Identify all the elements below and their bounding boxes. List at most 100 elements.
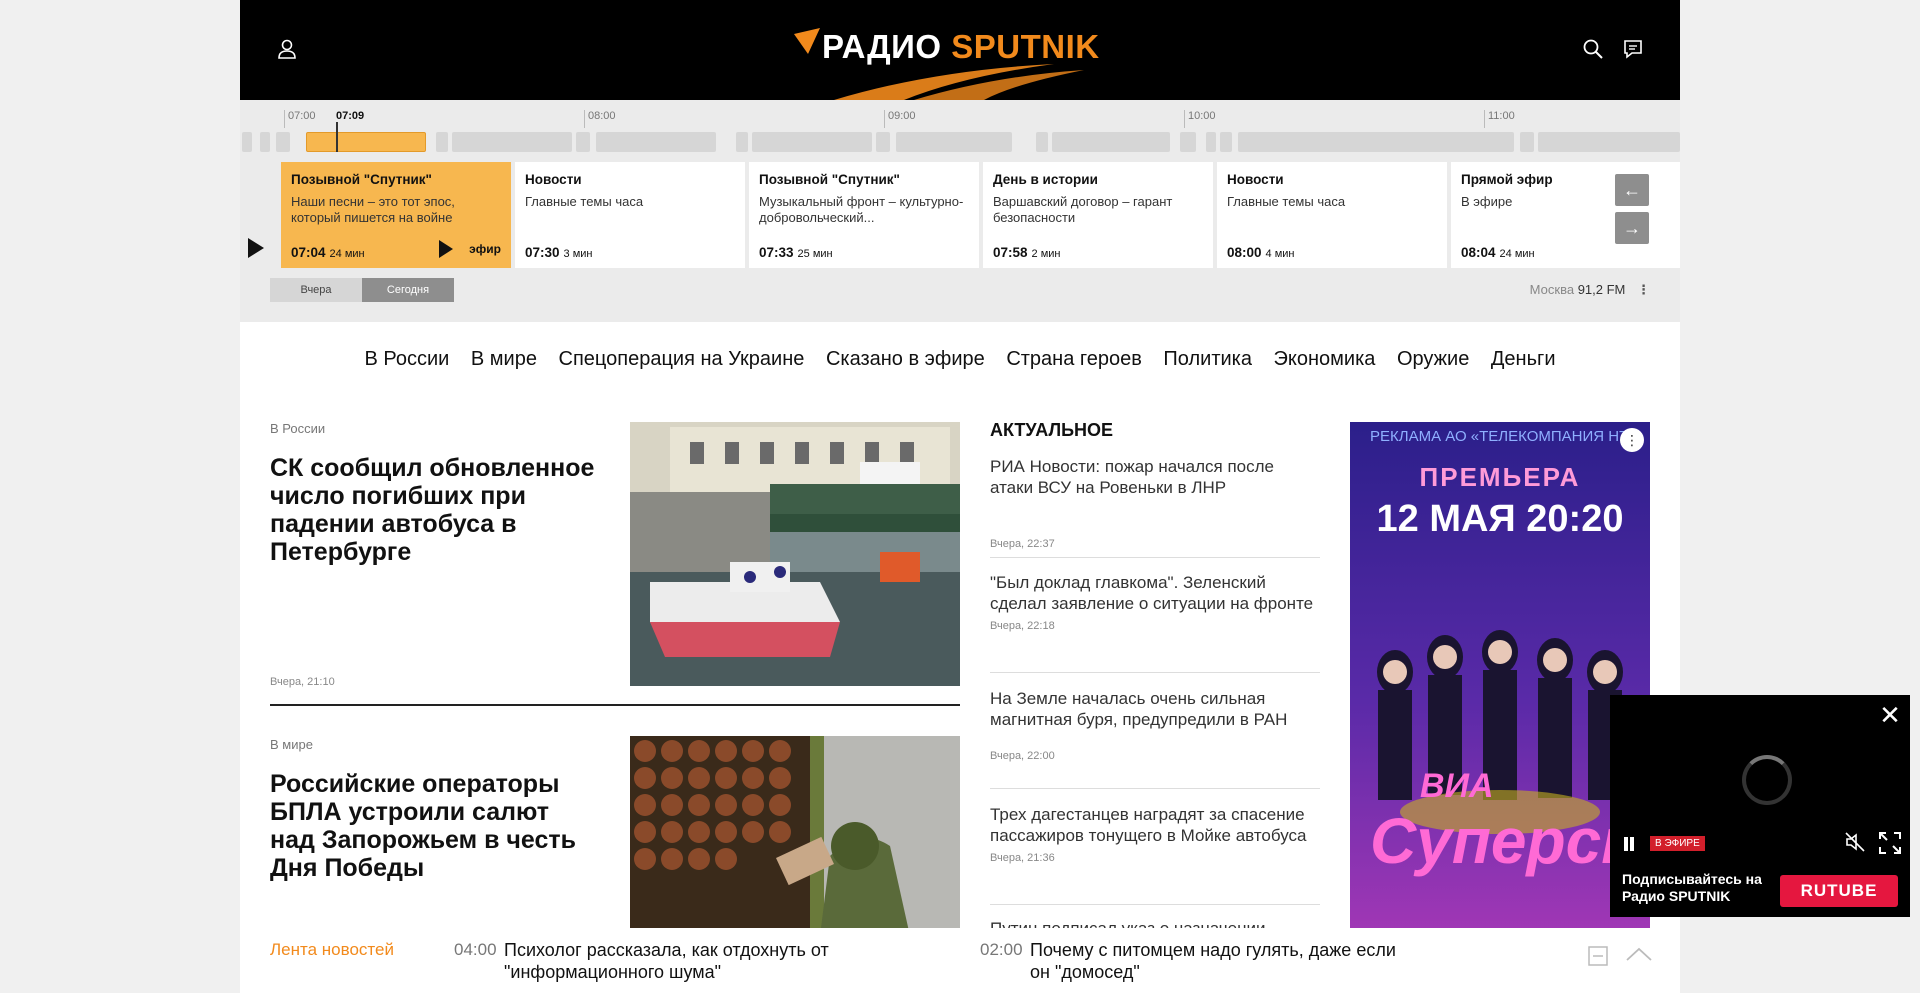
time-tick: 10:00 [1184, 110, 1216, 128]
actual-heading: АКТУАЛЬНОЕ [990, 420, 1114, 440]
search-icon[interactable] [1582, 38, 1604, 60]
schedule-card[interactable]: Позывной "Спутник" Наши песни – это тот … [281, 162, 511, 268]
actual-item[interactable]: РИА Новости: пожар начался после атаки В… [990, 456, 1320, 550]
card-start-time: 07:58 [993, 245, 1028, 260]
fullscreen-icon[interactable] [1878, 831, 1902, 855]
article-title[interactable]: Российские операторы БПЛА устроили салют… [270, 770, 600, 882]
user-icon[interactable] [276, 38, 298, 60]
timeline-segment[interactable] [736, 132, 748, 152]
timeline-segment[interactable] [876, 132, 890, 152]
timeline-segment[interactable] [576, 132, 590, 152]
timeline-segment[interactable] [1538, 132, 1680, 152]
schedule-card[interactable]: День в истории Варшавский договор – гара… [983, 162, 1213, 268]
actual-divider [990, 788, 1320, 789]
nav-item[interactable]: Сказано в эфире [826, 348, 985, 370]
timeline-segment[interactable] [1238, 132, 1514, 152]
actual-date: Вчера, 21:36 [990, 852, 1055, 864]
actual-title[interactable]: Трех дагестанцев наградят за спасение па… [990, 804, 1320, 846]
yesterday-button[interactable]: Вчера [270, 278, 362, 302]
loading-spinner-icon [1742, 755, 1792, 805]
actual-title[interactable]: "Был доклад главкома". Зеленский сделал … [990, 572, 1320, 614]
timeline-segment[interactable] [1220, 132, 1232, 152]
ticker-item[interactable]: Психолог рассказала, как отдохнуть от "и… [504, 939, 884, 983]
time-axis: 07:00 07:09 08:00 09:00 10:00 11:00 [240, 108, 1680, 128]
ticker-label[interactable]: Лента новостей [270, 940, 394, 960]
timeline-segment[interactable] [260, 132, 270, 152]
ad-show-title: Суперстар! [1370, 805, 1650, 877]
card-start-time: 07:30 [525, 245, 560, 260]
advertisement[interactable]: РЕКЛАМА АО «ТЕЛЕКОМПАНИЯ НТВ ⋮ ПРЕМЬЕРА … [1350, 422, 1650, 982]
play-icon[interactable] [248, 238, 264, 258]
schedule-card[interactable]: Новости Главные темы часа 07:30 3 мин [515, 162, 745, 268]
timeline-segment[interactable] [1180, 132, 1196, 152]
actual-divider [990, 557, 1320, 558]
timeline-segment[interactable] [242, 132, 252, 152]
actual-item[interactable]: На Земле началась очень сильная магнитна… [990, 688, 1320, 762]
ticker-item[interactable]: Почему с питомцем надо гулять, даже если… [1030, 939, 1410, 983]
mute-icon[interactable] [1844, 831, 1866, 853]
schedule-card[interactable]: Новости Главные темы часа 08:00 4 мин [1217, 162, 1447, 268]
more-vertical-icon[interactable]: ⋮ [1637, 282, 1650, 298]
article-category[interactable]: В России [270, 421, 325, 436]
timeline-segment[interactable] [1520, 132, 1534, 152]
actual-title[interactable]: На Земле началась очень сильная магнитна… [990, 688, 1320, 730]
timeline-segment[interactable] [436, 132, 448, 152]
today-button[interactable]: Сегодня [362, 278, 454, 302]
nav-item[interactable]: Оружие [1397, 348, 1469, 370]
timeline-segment[interactable] [752, 132, 872, 152]
nav-item[interactable]: Страна героев [1006, 348, 1142, 370]
card-duration: 2 мин [1031, 248, 1061, 260]
actual-item[interactable]: Трех дагестанцев наградят за спасение па… [990, 804, 1320, 864]
play-icon[interactable] [439, 240, 453, 258]
timeline-bar[interactable] [240, 132, 1680, 152]
timeline-segment[interactable] [596, 132, 716, 152]
photo-rocket-launcher [630, 736, 960, 936]
article-date: Вчера, 21:10 [270, 676, 335, 688]
timeline-segment[interactable] [1052, 132, 1170, 152]
article-card[interactable]: В мире Российские операторы БПЛА устроил… [270, 736, 960, 936]
chevron-up-icon[interactable] [1626, 946, 1652, 962]
timeline-segment[interactable] [1206, 132, 1216, 152]
actual-news: АКТУАЛЬНОЕ РИА Новости: пожар начался по… [990, 420, 1320, 938]
list-icon[interactable] [1588, 946, 1608, 966]
timeline-segment[interactable] [896, 132, 1012, 152]
more-vertical-icon[interactable]: ⋮ [1620, 428, 1644, 452]
card-duration: 24 мин [1499, 248, 1535, 260]
article-title[interactable]: СК сообщил обновленное число погибших пр… [270, 454, 600, 566]
timeline-segment-active[interactable] [306, 132, 426, 152]
rutube-button[interactable]: RUTUBE [1780, 875, 1898, 907]
card-title: День в истории [993, 172, 1098, 187]
nav-item[interactable]: Политика [1163, 348, 1252, 370]
actual-date: Вчера, 22:37 [990, 538, 1055, 550]
nav-item[interactable]: Экономика [1274, 348, 1376, 370]
timeline-cursor[interactable] [336, 122, 338, 152]
timeline-segment[interactable] [1036, 132, 1048, 152]
ticker-time: 04:00 [454, 940, 497, 959]
article-category[interactable]: В мире [270, 737, 313, 752]
timeline-segment[interactable] [276, 132, 290, 152]
video-player[interactable]: ✕ В ЭФИРЕ Подписывайтесь на Радио SPUTNI… [1610, 695, 1910, 917]
site-logo[interactable]: РАДИО SPUTNIK [794, 26, 1134, 100]
arrow-left-icon[interactable]: ← [1615, 174, 1649, 206]
article-image[interactable] [630, 736, 960, 936]
nav-item[interactable]: В мире [471, 348, 537, 370]
nav-item[interactable]: В России [365, 348, 450, 370]
arrow-right-icon[interactable]: → [1615, 212, 1649, 244]
card-description: Главные темы часа [1227, 194, 1346, 209]
category-nav: В России В мире Спецоперация на Украине … [240, 348, 1680, 371]
actual-item[interactable]: "Был доклад главкома". Зеленский сделал … [990, 572, 1320, 632]
article-card[interactable]: В России СК сообщил обновленное число по… [270, 420, 960, 690]
chat-icon[interactable] [1622, 38, 1644, 60]
card-time: 07:04 24 мин [291, 245, 365, 260]
station-selector[interactable]: Москва 91,2 FM ⋮ [1530, 282, 1650, 298]
pause-icon[interactable] [1622, 837, 1636, 851]
actual-title[interactable]: РИА Новости: пожар начался после атаки В… [990, 456, 1320, 498]
nav-item[interactable]: Деньги [1491, 348, 1556, 370]
schedule-card[interactable]: Позывной "Спутник" Музыкальный фронт – к… [749, 162, 979, 268]
nav-item[interactable]: Спецоперация на Украине [559, 348, 805, 370]
station-city: Москва [1529, 282, 1575, 297]
close-icon[interactable]: ✕ [1878, 702, 1902, 728]
timeline-segment[interactable] [452, 132, 572, 152]
card-description: Музыкальный фронт – культурно-добровольч… [759, 194, 964, 225]
article-image[interactable] [630, 422, 960, 686]
